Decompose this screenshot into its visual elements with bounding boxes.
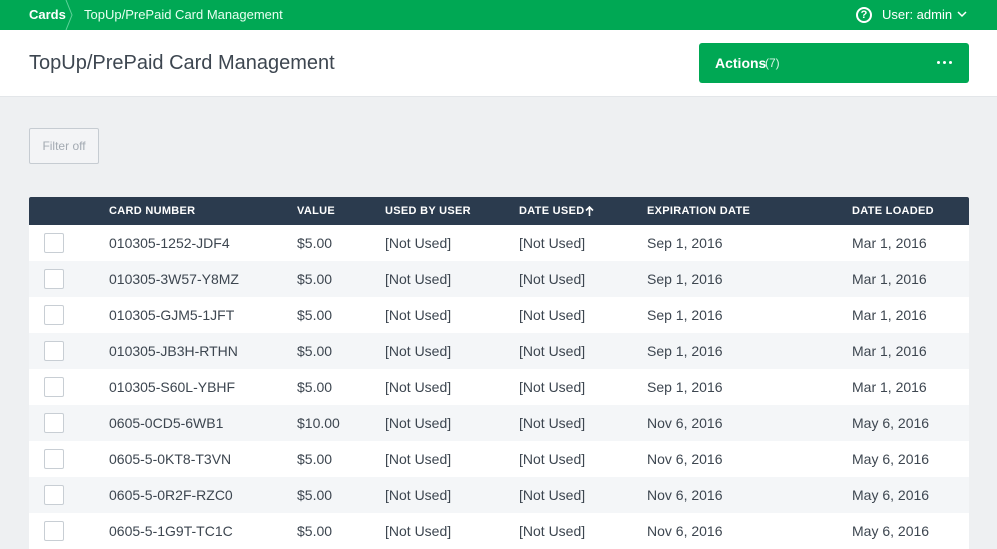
breadcrumb-separator-icon [65, 0, 73, 30]
used-by-user-cell: [Not Used] [385, 523, 452, 539]
date-used-cell: [Not Used] [519, 343, 586, 359]
row-select-checkbox[interactable] [44, 233, 64, 253]
help-icon[interactable]: ? [856, 7, 872, 23]
row-select-checkbox[interactable] [44, 377, 64, 397]
table-row[interactable]: 010305-3W57-Y8MZ $5.00 [Not Used] [Not Used… [29, 261, 969, 297]
table-row[interactable]: 010305-GJM5-1JFT $5.00 [Not Used] [Not Used… [29, 297, 969, 333]
row-select-checkbox[interactable] [44, 269, 64, 289]
expiration-date-cell: Sep 1, 2016 [647, 271, 723, 287]
filter-toggle-button[interactable]: Filter off [29, 128, 99, 164]
date-used-cell: [Not Used] [519, 523, 586, 539]
row-select-checkbox[interactable] [44, 485, 64, 505]
date-used-cell: [Not Used] [519, 307, 586, 323]
expiration-date-cell: Nov 6, 2016 [647, 523, 723, 539]
sort-ascending-icon[interactable] [585, 206, 594, 216]
value-cell: $5.00 [297, 523, 333, 539]
value-cell: $5.00 [297, 271, 333, 287]
expiration-date-cell: Sep 1, 2016 [647, 307, 723, 323]
column-header-used-by-user[interactable]: USED BY USER [385, 197, 471, 225]
page-header: TopUp/PrePaid Card Management Actions (7… [0, 30, 997, 97]
value-cell: $5.00 [297, 487, 333, 503]
used-by-user-cell: [Not Used] [385, 235, 452, 251]
value-cell: $5.00 [297, 451, 333, 467]
user-menu[interactable]: User: admin [882, 0, 952, 30]
value-cell: $5.00 [297, 307, 333, 323]
chevron-down-icon[interactable] [957, 9, 967, 19]
page-title: TopUp/PrePaid Card Management [29, 52, 335, 74]
used-by-user-cell: [Not Used] [385, 487, 452, 503]
table-row[interactable]: 010305-JB3H-RTHN $5.00 [Not Used] [Not Used… [29, 333, 969, 369]
actions-count-badge: (7) [765, 56, 780, 70]
table-row[interactable]: 0605-5-0KT8-T3VN $5.00 [Not Used] [Not Used… [29, 441, 969, 477]
expiration-date-cell: Sep 1, 2016 [647, 343, 723, 359]
card-number-cell: 0605-5-0KT8-T3VN [109, 451, 232, 467]
expiration-date-cell: Sep 1, 2016 [647, 235, 723, 251]
date-loaded-cell: May 6, 2016 [852, 523, 930, 539]
expiration-date-cell: Nov 6, 2016 [647, 451, 723, 467]
row-select-checkbox[interactable] [44, 413, 64, 433]
card-number-cell: 0605-0CD5-6WB1 [109, 415, 224, 431]
breadcrumb-cards-link[interactable]: Cards [29, 0, 66, 30]
cards-table: CARD NUMBER VALUE USED BY USER DATE USED… [29, 197, 969, 549]
date-used-cell: [Not Used] [519, 235, 586, 251]
column-header-value[interactable]: VALUE [297, 197, 335, 225]
card-number-cell: 010305-1252-JDF4 [109, 235, 230, 251]
row-select-checkbox[interactable] [44, 305, 64, 325]
date-loaded-cell: Mar 1, 2016 [852, 307, 927, 323]
table-row[interactable]: 010305-1252-JDF4 $5.00 [Not Used] [Not Used… [29, 225, 969, 261]
value-cell: $5.00 [297, 343, 333, 359]
date-loaded-cell: Mar 1, 2016 [852, 343, 927, 359]
card-number-cell: 010305-GJM5-1JFT [109, 307, 235, 323]
expiration-date-cell: Nov 6, 2016 [647, 487, 723, 503]
card-number-cell: 0605-5-1G9T-TC1C [109, 523, 233, 539]
used-by-user-cell: [Not Used] [385, 415, 452, 431]
date-used-cell: [Not Used] [519, 487, 586, 503]
date-loaded-cell: Mar 1, 2016 [852, 379, 927, 395]
expiration-date-cell: Nov 6, 2016 [647, 415, 723, 431]
actions-label: Actions [715, 55, 767, 71]
date-used-cell: [Not Used] [519, 415, 586, 431]
table-row[interactable]: 0605-5-0R2F-RZC0 $5.00 [Not Used] [Not Used… [29, 477, 969, 513]
date-loaded-cell: Mar 1, 2016 [852, 271, 927, 287]
used-by-user-cell: [Not Used] [385, 379, 452, 395]
table-header: CARD NUMBER VALUE USED BY USER DATE USED… [29, 197, 969, 225]
table-row[interactable]: 0605-0CD5-6WB1 $10.00 [Not Used] [Not Used]… [29, 405, 969, 441]
more-icon [937, 61, 953, 65]
date-loaded-cell: Mar 1, 2016 [852, 235, 927, 251]
table-row[interactable]: 0605-5-1G9T-TC1C $5.00 [Not Used] [Not Used… [29, 513, 969, 549]
actions-button[interactable]: Actions (7) [699, 43, 969, 83]
column-header-date-loaded[interactable]: DATE LOADED [852, 197, 934, 225]
card-number-cell: 010305-S60L-YBHF [109, 379, 236, 395]
used-by-user-cell: [Not Used] [385, 271, 452, 287]
row-select-checkbox[interactable] [44, 521, 64, 541]
row-select-checkbox[interactable] [44, 449, 64, 469]
value-cell: $5.00 [297, 235, 333, 251]
card-number-cell: 010305-3W57-Y8MZ [109, 271, 239, 287]
date-loaded-cell: May 6, 2016 [852, 451, 930, 467]
top-bar: Cards TopUp/PrePaid Card Management ? Us… [0, 0, 997, 30]
column-header-card-number[interactable]: CARD NUMBER [109, 197, 195, 225]
date-loaded-cell: May 6, 2016 [852, 487, 930, 503]
column-header-date-used[interactable]: DATE USED [519, 197, 584, 225]
used-by-user-cell: [Not Used] [385, 343, 452, 359]
row-select-checkbox[interactable] [44, 341, 64, 361]
value-cell: $10.00 [297, 415, 340, 431]
date-used-cell: [Not Used] [519, 271, 586, 287]
breadcrumb-current-page: TopUp/PrePaid Card Management [84, 7, 283, 22]
value-cell: $5.00 [297, 379, 333, 395]
card-number-cell: 010305-JB3H-RTHN [109, 343, 238, 359]
column-header-expiration-date[interactable]: EXPIRATION DATE [647, 197, 750, 225]
table-row[interactable]: 010305-S60L-YBHF $5.00 [Not Used] [Not Used… [29, 369, 969, 405]
date-used-cell: [Not Used] [519, 379, 586, 395]
card-number-cell: 0605-5-0R2F-RZC0 [109, 487, 233, 503]
date-used-cell: [Not Used] [519, 451, 586, 467]
used-by-user-cell: [Not Used] [385, 451, 452, 467]
date-loaded-cell: May 6, 2016 [852, 415, 930, 431]
expiration-date-cell: Sep 1, 2016 [647, 379, 723, 395]
used-by-user-cell: [Not Used] [385, 307, 452, 323]
